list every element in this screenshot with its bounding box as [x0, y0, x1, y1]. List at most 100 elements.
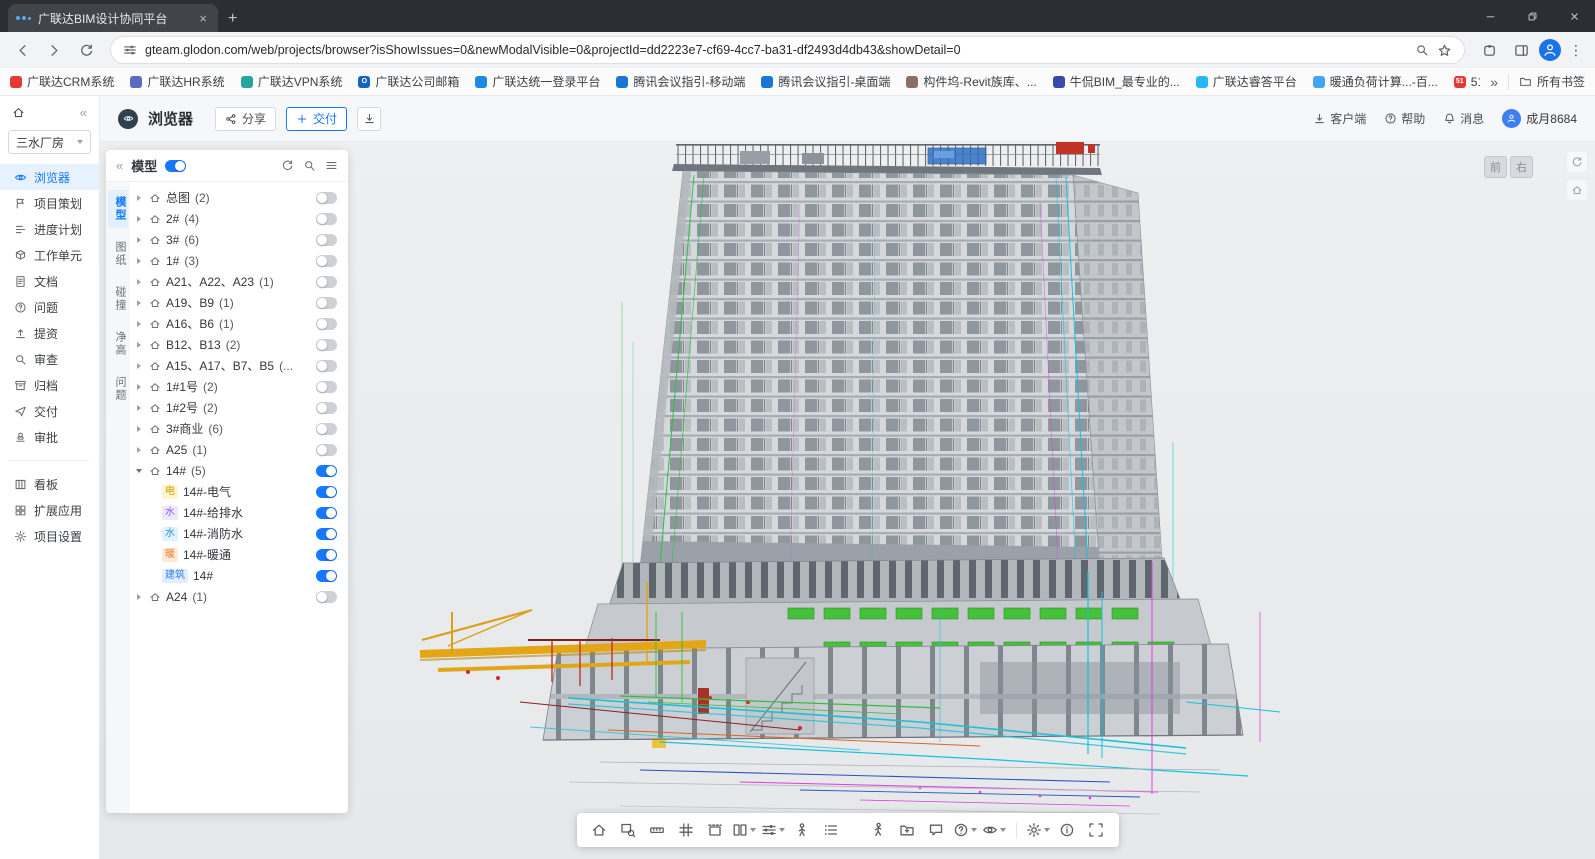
visibility-toggle[interactable] [316, 549, 337, 561]
toolbar-axis-grid-button[interactable] [673, 817, 700, 844]
visibility-toggle[interactable] [316, 234, 337, 246]
model-tree-item[interactable]: A19、B9(1) [135, 292, 340, 313]
help-button[interactable]: 帮助 [1384, 110, 1425, 127]
expand-caret-icon[interactable] [137, 384, 141, 390]
model-tree-subitem[interactable]: 暖14#-暖通 [135, 544, 340, 565]
menu-icon[interactable] [325, 159, 338, 172]
search-icon[interactable] [1415, 43, 1429, 57]
model-tree-item[interactable]: A16、B6(1) [135, 313, 340, 334]
visibility-toggle[interactable] [316, 486, 337, 498]
toolbar-section-button[interactable] [702, 817, 729, 844]
bookmark-item[interactable]: 广联达HR系统 [130, 73, 224, 90]
expand-caret-icon[interactable] [137, 342, 141, 348]
new-tab-button[interactable]: + [228, 10, 237, 28]
toolbar-help-button[interactable] [952, 817, 979, 844]
sidebar-item-delivery[interactable]: 交付 [0, 398, 99, 424]
model-tree-item[interactable]: 1#1号(2) [135, 376, 340, 397]
visibility-toggle[interactable] [316, 276, 337, 288]
model-tree-subitem[interactable]: 电14#-电气 [135, 481, 340, 502]
model-tree-item[interactable]: 3#(6) [135, 229, 340, 250]
panel-tab-model[interactable]: 模型 [108, 190, 128, 228]
model-tree-item[interactable]: A25(1) [135, 439, 340, 460]
navcube-face[interactable]: 右 [1510, 156, 1533, 178]
model-tree-item[interactable]: 2#(4) [135, 208, 340, 229]
toolbar-walkthrough-button[interactable] [865, 817, 892, 844]
viewer-home-button[interactable] [1567, 180, 1587, 200]
expand-caret-icon[interactable] [137, 447, 141, 453]
model-tree-item[interactable]: 1#(3) [135, 250, 340, 271]
expand-caret-icon[interactable] [137, 594, 141, 600]
model-tree-item[interactable]: 总图(2) [135, 187, 340, 208]
toolbar-home-view-button[interactable] [586, 817, 613, 844]
navigation-cube[interactable]: 前右 [1484, 156, 1533, 178]
reload-button[interactable] [72, 36, 100, 64]
panel-tab-clash[interactable]: 碰撞 [108, 280, 128, 318]
sidebar-item-dashboard[interactable]: 看板 [0, 471, 99, 497]
toolbar-roam-button[interactable] [789, 817, 816, 844]
model-tree-subitem[interactable]: 水14#-给排水 [135, 502, 340, 523]
model-tree-item[interactable]: B12、B13(2) [135, 334, 340, 355]
download-button[interactable] [357, 107, 381, 131]
visibility-toggle[interactable] [316, 507, 337, 519]
collapse-caret-icon[interactable] [136, 469, 142, 473]
share-button[interactable]: 分享 [215, 107, 276, 131]
bookmark-item[interactable]: 5151PPT模板网 - 幻... [1454, 73, 1480, 90]
sidebar-item-schedule[interactable]: 进度计划 [0, 216, 99, 242]
search-icon[interactable] [303, 159, 316, 172]
expand-caret-icon[interactable] [137, 300, 141, 306]
expand-caret-icon[interactable] [137, 258, 141, 264]
collapse-panel-icon[interactable]: « [116, 158, 123, 173]
panel-tab-drawings[interactable]: 图纸 [108, 235, 128, 273]
browser-tab[interactable]: 广联达BIM设计协同平台 × [8, 4, 218, 32]
bookmark-item[interactable]: 暖通负荷计算...-百... [1313, 73, 1438, 90]
bookmark-item[interactable]: 广联达CRM系统 [10, 73, 114, 90]
refresh-icon[interactable] [281, 159, 294, 172]
client-download-button[interactable]: 客户端 [1313, 110, 1366, 127]
bookmark-item[interactable]: 腾讯会议指引-移动端 [616, 73, 745, 90]
visibility-toggle[interactable] [316, 444, 337, 456]
more-bookmarks-icon[interactable]: » [1490, 74, 1498, 90]
sidebar-item-planning[interactable]: 项目策划 [0, 190, 99, 216]
toolbar-about-button[interactable] [1054, 817, 1081, 844]
toolbar-display-effects-button[interactable] [760, 817, 787, 844]
expand-caret-icon[interactable] [137, 426, 141, 432]
bookmark-item[interactable]: 牛侃BIM_最专业的... [1053, 73, 1180, 90]
sidebar-item-review[interactable]: 审查 [0, 346, 99, 372]
sidebar-item-project-settings[interactable]: 项目设置 [0, 523, 99, 549]
model-tree-item[interactable]: 14#(5) [135, 460, 340, 481]
expand-caret-icon[interactable] [137, 195, 141, 201]
model-tree-subitem[interactable]: 水14#-消防水 [135, 523, 340, 544]
side-panel-icon[interactable] [1507, 36, 1535, 64]
window-minimize-button[interactable] [1469, 0, 1511, 32]
tab-close-icon[interactable]: × [196, 11, 210, 26]
model-tree-item[interactable]: 1#2号(2) [135, 397, 340, 418]
address-bar[interactable]: gteam.glodon.com/web/projects/browser?is… [110, 36, 1465, 64]
navcube-face[interactable]: 前 [1484, 156, 1507, 178]
bookmark-item[interactable]: 广联达统一登录平台 [475, 73, 600, 90]
toolbar-comments-button[interactable] [923, 817, 950, 844]
viewer-refresh-button[interactable] [1567, 152, 1587, 172]
project-select[interactable]: 三水厂房 [8, 130, 91, 154]
visibility-toggle[interactable] [316, 423, 337, 435]
sidebar-item-extensions[interactable]: 扩展应用 [0, 497, 99, 523]
profile-avatar[interactable] [1539, 39, 1561, 61]
expand-caret-icon[interactable] [137, 216, 141, 222]
sidebar-item-browser[interactable]: 浏览器 [0, 164, 99, 190]
visibility-toggle[interactable] [316, 192, 337, 204]
expand-caret-icon[interactable] [137, 363, 141, 369]
expand-caret-icon[interactable] [137, 279, 141, 285]
bookmark-item[interactable]: 广联达睿答平台 [1196, 73, 1297, 90]
model-tree-item[interactable]: A15、A17、B7、B5(... [135, 355, 340, 376]
browser-menu-icon[interactable]: ⋮ [1565, 42, 1587, 59]
toolbar-measure-button[interactable] [644, 817, 671, 844]
home-icon[interactable] [12, 106, 25, 119]
window-restore-button[interactable] [1511, 0, 1553, 32]
sidebar-item-submittals[interactable]: 提资 [0, 320, 99, 346]
sidebar-item-issues[interactable]: 问题 [0, 294, 99, 320]
panel-tab-issues[interactable]: 问题 [108, 370, 128, 408]
visibility-toggle[interactable] [316, 528, 337, 540]
toolbar-fullscreen-button[interactable] [1083, 817, 1110, 844]
forward-button[interactable] [40, 36, 68, 64]
model-tree-item[interactable]: A24(1) [135, 586, 340, 607]
visibility-toggle[interactable] [316, 402, 337, 414]
